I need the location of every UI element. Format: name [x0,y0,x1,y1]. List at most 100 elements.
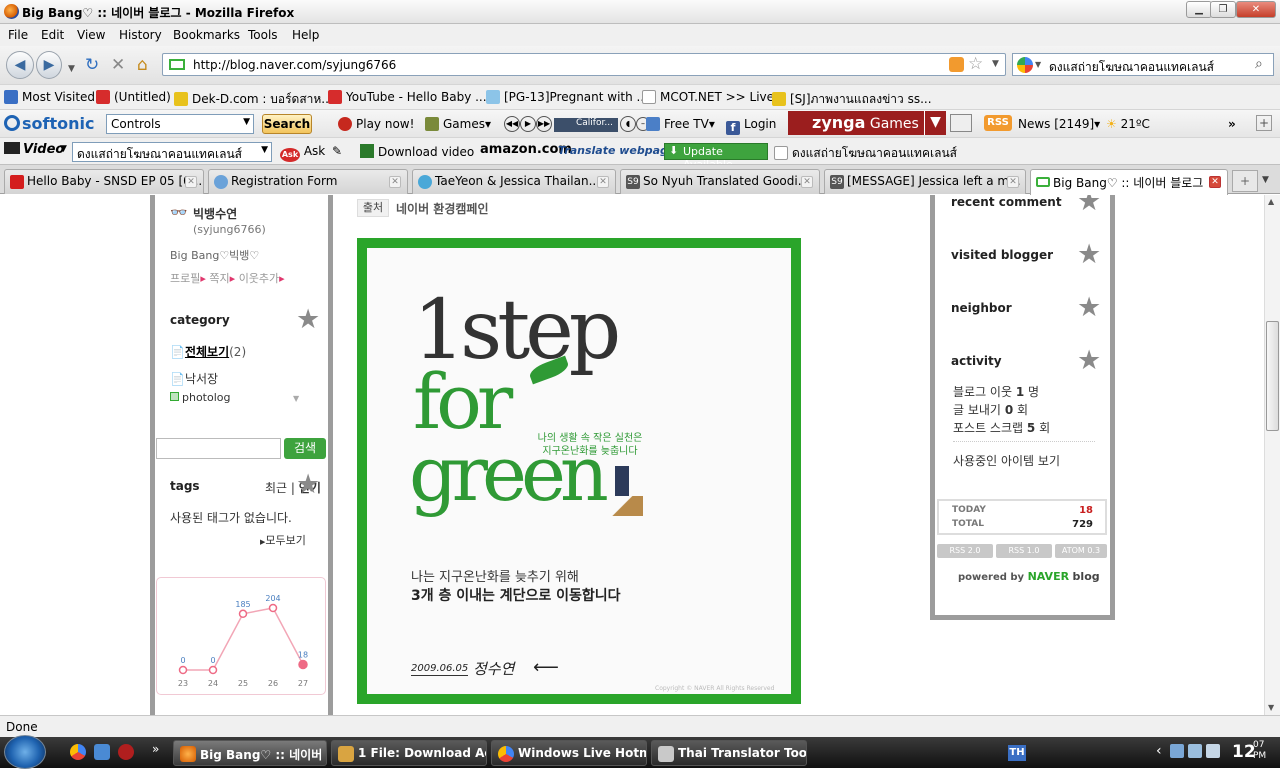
widget-icon[interactable] [950,114,972,132]
search-box[interactable]: ▼ ดงแสถ่ายโฆษณาคอนแทคเลนส์ ⌕ [1012,53,1274,76]
maximize-button[interactable]: ❐ [1210,1,1236,18]
menu-edit[interactable]: Edit [41,28,64,42]
bookmark-pg13[interactable]: [PG-13]Pregnant with ... [486,90,648,104]
tab-list-icon[interactable]: ▼ [1262,175,1269,185]
category-item-photolog[interactable]: photolog [170,391,231,404]
home-icon[interactable]: ⌂ [137,56,148,74]
quicklaunch-icon[interactable] [118,744,134,760]
tab-close-icon[interactable]: ✕ [597,176,609,188]
language-indicator[interactable]: TH [1008,745,1026,761]
tab-close-icon[interactable]: ✕ [389,176,401,188]
softonic-logo[interactable]: softonic [4,114,94,133]
back-button[interactable]: ◀ [6,51,34,79]
rss-icon[interactable]: RSS [984,115,1012,131]
tab-close-icon[interactable]: ✕ [1007,176,1019,188]
message-link[interactable]: 쪽지 [209,272,229,285]
profile-nickname[interactable]: 빅뱅수연 [193,205,237,222]
tab-hello-baby[interactable]: Hello Baby - SNSD EP 05 [0... ✕ [4,169,204,194]
tags-more-link[interactable]: ▶모두보기 [260,532,306,548]
tab-close-icon[interactable]: ✕ [185,176,197,188]
close-button[interactable]: ✕ [1236,1,1276,18]
tab-big-bang-blog[interactable]: Big Bang♡ :: 네이버 블로그 ✕ [1030,169,1228,195]
menu-file[interactable]: File [8,28,28,42]
bookmark-star-icon[interactable]: ☆ [968,54,983,74]
volume-icon[interactable]: ◖ [620,116,636,132]
sidebar-search-button[interactable]: 검색 [284,438,326,459]
search-result-link[interactable]: ดงแสถ่ายโฆษณาคอนแทคเลนส์ [774,144,957,163]
quicklaunch-more-icon[interactable]: » [152,742,159,756]
menu-view[interactable]: View [77,28,105,42]
tab-close-icon[interactable]: ✕ [1209,176,1221,188]
rss-10-button[interactable]: RSS 1.0 [996,544,1052,558]
tray-icon[interactable] [1170,744,1184,758]
tags-recent-link[interactable]: 최근 [265,481,287,495]
tab-message-jessica[interactable]: S9 [MESSAGE] Jessica left a m... ✕ [824,169,1026,194]
bookmark-mcot[interactable]: MCOT.NET >> Live [642,90,774,104]
softonic-search-combo[interactable]: Controls ▼ [106,114,254,134]
quicklaunch-icon[interactable] [94,744,110,760]
address-bar[interactable]: http://blog.naver.com/syjung6766 ☆ ▼ [162,53,1006,76]
history-dropdown-icon[interactable]: ▼ [68,60,75,78]
menu-help[interactable]: Help [292,28,319,42]
task-hotmail[interactable]: Windows Live Hotm... [491,740,647,766]
search-icon[interactable]: ⌕ [1255,56,1263,72]
google-icon[interactable] [1017,57,1033,73]
add-icon[interactable]: + [1256,115,1272,131]
scrollbar-thumb[interactable] [1266,321,1279,431]
bookmark-dekd[interactable]: Dek-D.com : บอร์ดสาห... [174,90,333,109]
add-neighbor-link[interactable]: 이웃추가 [239,272,279,285]
menu-tools[interactable]: Tools [248,28,278,42]
atom-03-button[interactable]: ATOM 0.3 [1055,544,1107,558]
tab-taeyeon-jessica[interactable]: TaeYeon & Jessica Thailan... ✕ [412,169,616,194]
volume-icon[interactable] [1206,744,1220,758]
play-now-link[interactable]: Play now! [338,117,414,131]
start-button[interactable] [4,735,46,769]
new-tab-button[interactable]: + [1232,170,1258,192]
free-tv-menu[interactable]: Free TV▾ [646,117,715,131]
tab-close-icon[interactable]: ✕ [801,176,813,188]
rss-feed-icon[interactable] [949,57,964,72]
search-input[interactable]: ดงแสถ่ายโฆษณาคอนแทคเลนส์ [1049,58,1214,77]
profile-link[interactable]: 프로필 [170,272,200,285]
bookmark-untitled[interactable]: (Untitled) [96,90,171,104]
bookmark-youtube[interactable]: YouTube - Hello Baby ... [328,90,487,104]
menu-history[interactable]: History [119,28,162,42]
download-video-button[interactable]: Download video [360,144,474,159]
task-firefox[interactable]: Big Bang♡ :: 네이버 블... [173,740,327,766]
category-item-all[interactable]: 📄전체보기(2) [170,343,246,360]
toolbar-overflow-button[interactable]: » [1228,117,1236,131]
menu-bookmarks[interactable]: Bookmarks [173,28,240,42]
media-back-icon[interactable]: ◀◀ [504,116,520,132]
tray-expand-icon[interactable]: ‹ [1156,743,1162,759]
tab-so-nyuh[interactable]: S9 So Nyuh Translated Goodi... ✕ [620,169,820,194]
network-icon[interactable] [1188,744,1202,758]
tab-registration-form[interactable]: Registration Form ✕ [208,169,408,194]
games-menu[interactable]: Games▾ [425,117,491,131]
task-download[interactable]: 1 File: Download Acc... [331,740,487,766]
items-in-use-link[interactable]: 사용중인 아이템 보기 [953,452,1060,469]
chevron-down-icon[interactable]: ▼ [293,394,299,403]
facebook-login[interactable]: f Login [726,117,776,135]
bookmark-most-visited[interactable]: Most Visited [4,90,95,104]
scroll-down-icon[interactable]: ▼ [1268,703,1274,712]
reload-icon[interactable]: ↻ [85,56,99,74]
media-play-icon[interactable]: ▶ [520,116,536,132]
ask-link[interactable]: Ask Ask [280,144,325,162]
rss-20-button[interactable]: RSS 2.0 [937,544,993,558]
chrome-quicklaunch-icon[interactable] [70,744,86,760]
video-search-combo[interactable]: ดงแสถ่ายโฆษณาคอนแทคเลนส์ ▼ [72,142,272,162]
bookmark-sj[interactable]: [SJ]ภาพงานแถลงข่าว ss... [772,90,932,109]
weather-widget[interactable]: ☀ 21ºC [1106,117,1150,131]
vertical-scrollbar[interactable]: ▲ ▼ [1264,195,1280,715]
news-menu[interactable]: News [2149]▾ [1018,117,1100,131]
chevron-down-icon[interactable]: ▼ [60,144,67,154]
task-translator[interactable]: Thai Translator Tool ... [651,740,807,766]
media-player[interactable]: ◀◀ ▶ ▶▶ Califor... ◖ – [504,115,650,132]
sidebar-search-input[interactable] [156,438,281,459]
engine-dropdown-icon[interactable]: ▼ [1035,60,1041,69]
url-dropdown-icon[interactable]: ▼ [992,59,999,69]
zynga-games-button[interactable]: zynga Games ▼ [788,111,946,135]
media-forward-icon[interactable]: ▶▶ [536,116,552,132]
minimize-button[interactable]: ▁ [1186,1,1212,18]
forward-button[interactable]: ▶ [36,51,62,79]
